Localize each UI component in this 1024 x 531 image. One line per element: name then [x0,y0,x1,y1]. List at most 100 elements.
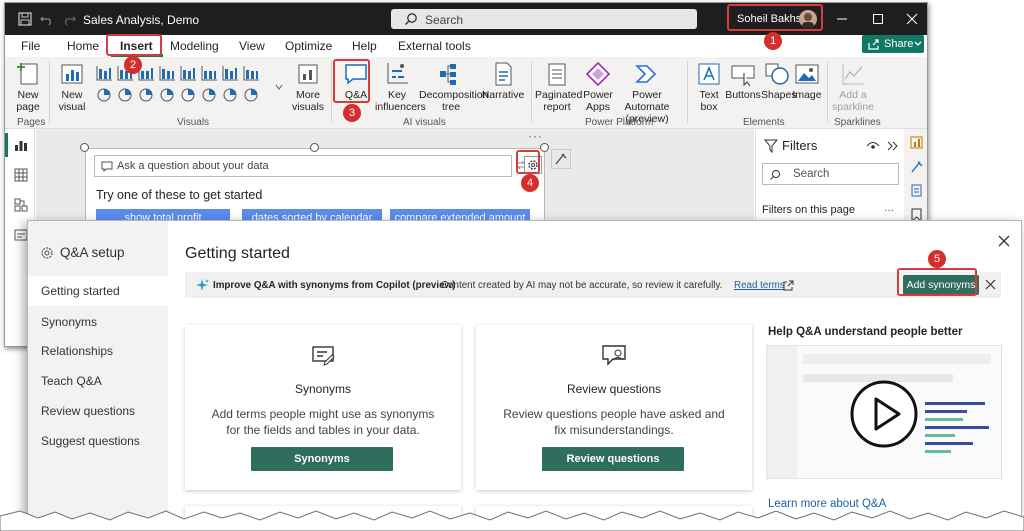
visual-more-options[interactable]: ··· [528,129,543,143]
image-button[interactable]: Image [791,61,823,101]
review-questions-button[interactable]: Review questions [542,447,684,471]
data-pane-icon[interactable] [909,183,924,198]
area-chart-icon[interactable] [221,65,239,81]
help-video-thumbnail[interactable] [766,345,1002,479]
banner-text: Content created by AI may not be accurat… [441,280,723,291]
title-search-box[interactable]: Search [391,9,697,29]
thumbnail-bar [925,426,989,429]
format-paintbrush-icon[interactable] [909,159,924,174]
stacked-bar-chart-icon[interactable] [95,65,113,81]
narrative-button[interactable]: Narrative [481,61,525,101]
close-icon[interactable] [998,235,1010,247]
menu-optimize[interactable]: Optimize [285,39,332,53]
add-sparkline-button[interactable]: Add a sparkline [831,61,875,113]
report-view-icon[interactable] [13,137,29,153]
thumbnail-sidebar [767,346,797,478]
power-apps-button[interactable]: Power Apps [581,61,615,113]
power-apps-label-2: Apps [586,101,610,113]
nav-synonyms[interactable]: Synonyms [28,307,168,337]
qa-question-input[interactable]: Ask a question about your data [94,155,512,177]
save-icon[interactable] [17,11,33,27]
group-pages: Pages [17,117,46,128]
nav-teach-qa[interactable]: Teach Q&A [28,366,168,396]
gear-icon [41,247,53,259]
thumbnail-bar [925,434,955,437]
table-chart-icon[interactable] [242,87,260,103]
shapes-button[interactable]: Shapes [761,61,797,101]
menu-help[interactable]: Help [352,39,377,53]
power-apps-label-1: Power [583,89,613,101]
new-visual-button[interactable]: New visual [55,61,89,113]
collapse-pane-icon[interactable] [886,139,900,153]
ribbon-chart-icon[interactable] [242,65,260,81]
decomposition-tree-button[interactable]: Decomposition tree [419,61,488,113]
treemap-chart-icon[interactable] [137,87,155,103]
card-description: Review questions people have asked and f… [503,407,725,437]
external-link-icon[interactable] [783,280,794,291]
card-title: Synonyms [294,382,352,396]
filters-search-input[interactable]: Search [762,163,899,185]
thumbnail-header [803,354,991,364]
synonyms-button[interactable]: Synonyms [251,447,393,471]
dismiss-banner-icon[interactable] [985,279,996,290]
model-view-icon[interactable] [13,197,29,213]
nav-relationships[interactable]: Relationships [28,336,168,366]
resize-handle[interactable] [540,143,549,152]
text-box-button[interactable]: Text box [693,61,725,113]
menu-home[interactable]: Home [67,39,99,53]
resize-handle[interactable] [80,143,89,152]
menu-view[interactable]: View [239,39,265,53]
gauge-chart-icon[interactable] [179,87,197,103]
ribbon-separator [531,61,532,123]
line-chart-icon[interactable] [200,65,218,81]
resize-handle[interactable] [310,143,319,152]
power-automate-label-1: Power Automate [624,89,670,113]
new-page-label-1: New [17,89,39,101]
ribbon-separator [49,61,50,123]
table-view-icon[interactable] [13,167,29,183]
nav-label: Review questions [41,404,136,418]
100-column-chart-icon[interactable] [179,65,197,81]
minimize-icon[interactable] [834,11,850,27]
clustered-column-chart-icon[interactable] [158,65,176,81]
group-elements: Elements [743,117,785,128]
more-visuals-button[interactable]: More visuals [291,61,325,113]
map-chart-icon[interactable] [158,87,176,103]
redo-icon[interactable] [61,11,77,27]
menu-modeling[interactable]: Modeling [170,39,219,53]
eye-icon[interactable] [866,140,880,152]
nav-getting-started[interactable]: Getting started [28,276,168,306]
power-automate-button[interactable]: Power Automate (preview) [611,61,683,125]
shapes-label: Shapes [761,89,797,101]
more-visuals-icon [298,64,318,84]
close-window-icon[interactable] [904,11,920,27]
play-video-icon[interactable] [849,379,919,449]
build-visual-icon[interactable] [909,135,924,150]
nav-label: Synonyms [41,315,98,329]
filters-more-options[interactable]: ... [884,200,894,214]
nav-suggest-questions[interactable]: Suggest questions [28,426,168,456]
card-chart-icon[interactable] [200,87,218,103]
gallery-scroll-chevron-icon[interactable] [275,67,283,107]
pie-chart-icon[interactable] [95,87,113,103]
donut-chart-icon[interactable] [116,87,134,103]
maximize-icon[interactable] [870,11,886,27]
nav-review-questions[interactable]: Review questions [28,396,168,426]
share-button[interactable]: Share [862,35,924,53]
more-visuals-label-1: More [296,89,320,101]
menu-external-tools[interactable]: External tools [398,39,471,53]
paginated-report-button[interactable]: Paginated report [535,61,582,113]
new-page-button[interactable]: New page [11,61,45,113]
menu-file[interactable]: File [21,39,40,53]
review-questions-icon [602,345,626,366]
thumbnail-bar [925,418,963,421]
chevron-down-icon [914,41,922,46]
highlight-box [516,150,540,174]
undo-icon[interactable] [39,11,55,27]
read-terms-link[interactable]: Read terms [734,280,785,291]
kpi-chart-icon[interactable] [221,87,239,103]
highlight-box [106,34,162,56]
format-visual-button[interactable] [551,149,571,169]
key-influencers-button[interactable]: Key influencers [375,61,426,113]
buttons-button[interactable]: Buttons [725,61,761,101]
